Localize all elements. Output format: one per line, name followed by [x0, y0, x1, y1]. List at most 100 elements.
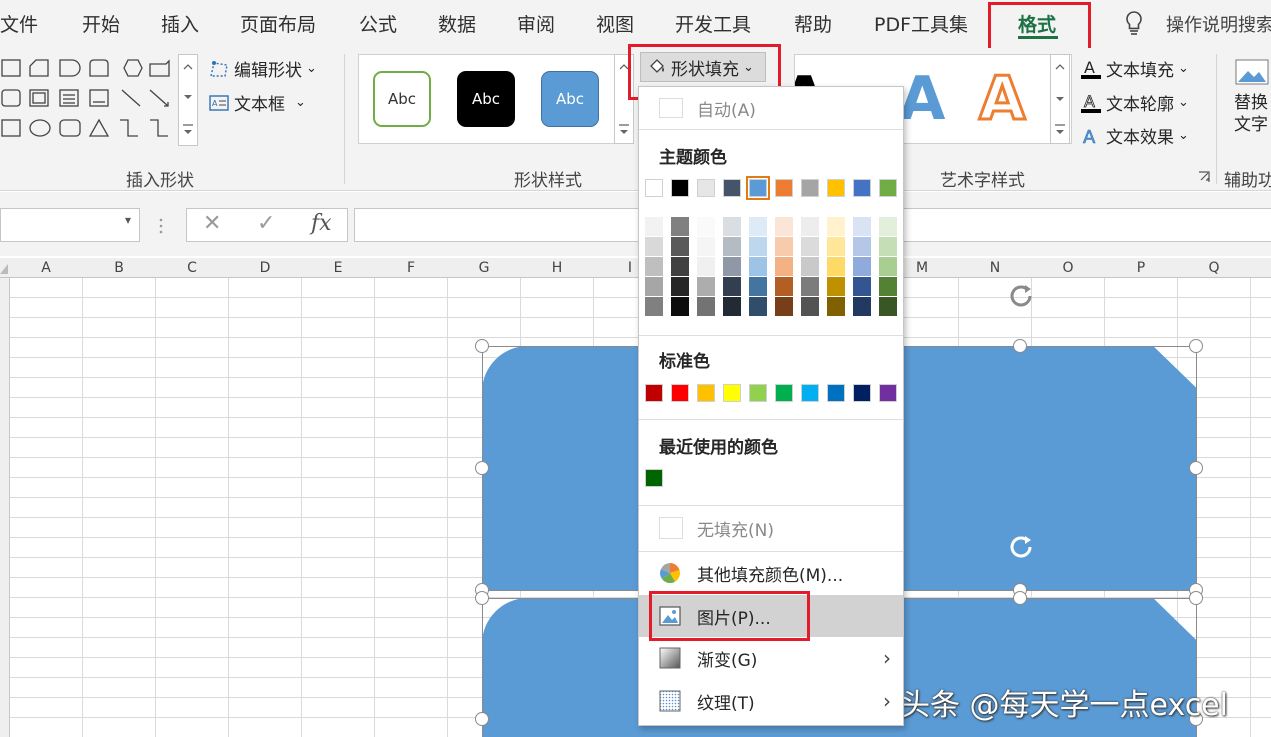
shade-swatch[interactable]: [801, 297, 819, 316]
tab-developer[interactable]: 开发工具: [675, 10, 751, 37]
color-swatch[interactable]: [879, 179, 897, 197]
resize-handle[interactable]: [1189, 591, 1203, 605]
color-swatch[interactable]: [645, 179, 663, 197]
color-swatch[interactable]: [723, 384, 741, 402]
shade-swatch[interactable]: [645, 217, 663, 236]
shade-swatch[interactable]: [775, 277, 793, 296]
shade-swatch[interactable]: [801, 217, 819, 236]
shade-swatch[interactable]: [723, 277, 741, 296]
shade-swatch[interactable]: [775, 297, 793, 316]
column-header[interactable]: E: [302, 260, 374, 276]
edit-shape-button[interactable]: 编辑形状 ⌄: [208, 56, 317, 81]
text-fill-button[interactable]: A 文本填充 ⌄: [1080, 56, 1189, 81]
rotate-handle-icon[interactable]: [1006, 532, 1036, 562]
resize-handle[interactable]: [475, 591, 489, 605]
shade-swatch[interactable]: [749, 257, 767, 276]
shape-style-sample[interactable]: Abc: [457, 71, 515, 127]
shade-swatch[interactable]: [775, 237, 793, 256]
tab-page-layout[interactable]: 页面布局: [240, 10, 316, 37]
column-header[interactable]: H: [521, 260, 593, 276]
column-header[interactable]: G: [448, 260, 520, 276]
text-effects-button[interactable]: A 文本效果 ⌄: [1080, 123, 1189, 148]
shape-style-sample[interactable]: Abc: [541, 71, 599, 127]
tab-home[interactable]: 开始: [82, 10, 120, 37]
column-header[interactable]: B: [83, 260, 155, 276]
shade-swatch[interactable]: [671, 237, 689, 256]
tab-review[interactable]: 审阅: [517, 10, 555, 37]
confirm-icon[interactable]: ✓: [257, 211, 275, 236]
wordart-sample-blue-icon[interactable]: A: [899, 69, 945, 129]
shade-swatch[interactable]: [775, 257, 793, 276]
shade-swatch[interactable]: [853, 257, 871, 276]
resize-handle[interactable]: [475, 461, 489, 475]
shade-swatch[interactable]: [697, 257, 715, 276]
shade-swatch[interactable]: [879, 257, 897, 276]
color-swatch[interactable]: [671, 179, 689, 197]
shade-swatch[interactable]: [645, 277, 663, 296]
shade-swatch[interactable]: [749, 217, 767, 236]
resize-handle[interactable]: [475, 339, 489, 353]
shade-swatch[interactable]: [853, 217, 871, 236]
column-header[interactable]: A: [10, 260, 82, 276]
column-header[interactable]: P: [1105, 260, 1177, 276]
no-fill-item[interactable]: 无填充(N): [639, 509, 903, 547]
shade-swatch[interactable]: [671, 277, 689, 296]
shade-swatch[interactable]: [801, 237, 819, 256]
shade-swatch[interactable]: [879, 277, 897, 296]
shade-swatch[interactable]: [723, 257, 741, 276]
color-swatch[interactable]: [697, 384, 715, 402]
shade-swatch[interactable]: [723, 217, 741, 236]
wordart-scrollbar[interactable]: [1050, 54, 1070, 144]
shade-swatch[interactable]: [697, 277, 715, 296]
shade-swatch[interactable]: [827, 217, 845, 236]
tab-data[interactable]: 数据: [438, 10, 476, 37]
column-header[interactable]: N: [959, 260, 1031, 276]
shade-swatch[interactable]: [749, 297, 767, 316]
resize-handle[interactable]: [475, 712, 489, 726]
column-header[interactable]: Q: [1178, 260, 1250, 276]
color-swatch[interactable]: [746, 176, 770, 200]
texture-fill-item[interactable]: 纹理(T) ›: [639, 682, 903, 720]
shade-swatch[interactable]: [697, 297, 715, 316]
shade-swatch[interactable]: [645, 257, 663, 276]
insert-function-button[interactable]: fx: [311, 211, 332, 236]
tab-file[interactable]: 文件: [0, 10, 38, 37]
column-header[interactable]: C: [156, 260, 228, 276]
tab-help[interactable]: 帮助: [794, 10, 832, 37]
column-header[interactable]: F: [375, 260, 447, 276]
color-swatch[interactable]: [645, 469, 663, 487]
shape-gallery[interactable]: [0, 54, 198, 146]
shade-swatch[interactable]: [697, 217, 715, 236]
shade-swatch[interactable]: [879, 237, 897, 256]
color-swatch[interactable]: [827, 384, 845, 402]
resize-handle[interactable]: [1189, 461, 1203, 475]
shade-swatch[interactable]: [671, 217, 689, 236]
shade-swatch[interactable]: [749, 237, 767, 256]
shape-gallery-scrollbar[interactable]: [178, 54, 198, 146]
shade-swatch[interactable]: [749, 277, 767, 296]
shade-swatch[interactable]: [801, 277, 819, 296]
shade-swatch[interactable]: [671, 257, 689, 276]
text-outline-button[interactable]: A 文本轮廓 ⌄: [1080, 90, 1189, 115]
shade-swatch[interactable]: [775, 217, 793, 236]
column-header[interactable]: O: [1032, 260, 1104, 276]
shade-swatch[interactable]: [827, 257, 845, 276]
more-fill-colors-item[interactable]: 其他填充颜色(M)...: [639, 554, 903, 592]
tell-me-search[interactable]: 操作说明搜索: [1166, 11, 1271, 37]
select-all-icon[interactable]: [0, 262, 10, 276]
text-box-button[interactable]: A 文本框 ⌄: [208, 90, 306, 115]
shade-swatch[interactable]: [723, 297, 741, 316]
color-swatch[interactable]: [671, 384, 689, 402]
color-swatch[interactable]: [801, 384, 819, 402]
resize-handle[interactable]: [1189, 339, 1203, 353]
wordart-sample-orange-icon[interactable]: A: [977, 68, 1026, 131]
shade-swatch[interactable]: [879, 217, 897, 236]
shade-swatch[interactable]: [801, 257, 819, 276]
shade-swatch[interactable]: [827, 277, 845, 296]
tab-insert[interactable]: 插入: [161, 10, 199, 37]
shade-swatch[interactable]: [645, 297, 663, 316]
dialog-launcher-icon[interactable]: [1197, 170, 1211, 184]
tab-formulas[interactable]: 公式: [359, 10, 397, 37]
color-swatch[interactable]: [775, 384, 793, 402]
shade-swatch[interactable]: [853, 277, 871, 296]
